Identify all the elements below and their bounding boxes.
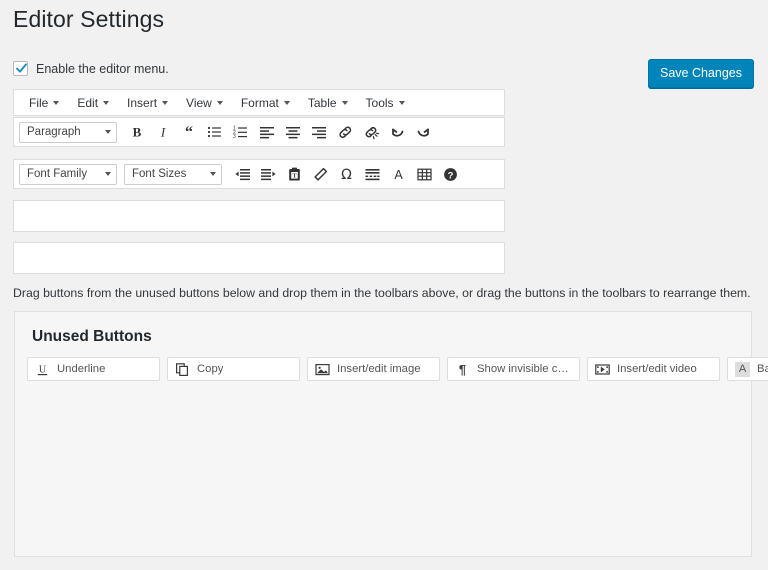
editor-toolbar-row-1: Paragraph B I “ 123: [13, 117, 505, 147]
menu-label: Edit: [77, 96, 98, 110]
svg-text:T: T: [292, 172, 297, 179]
link-icon[interactable]: [332, 120, 358, 144]
unused-button-label: Insert/edit image: [337, 363, 421, 375]
chevron-down-icon: [53, 101, 59, 105]
drag-instruction-text: Drag buttons from the unused buttons bel…: [13, 286, 751, 300]
help-icon[interactable]: ?: [437, 162, 463, 186]
outdent-icon[interactable]: [229, 162, 255, 186]
background-color-icon: A: [735, 362, 750, 377]
menu-item-view[interactable]: View: [177, 92, 232, 114]
chevron-down-icon: [105, 130, 111, 134]
svg-text:Ω: Ω: [341, 167, 352, 183]
chevron-down-icon: [162, 101, 168, 105]
align-center-icon[interactable]: [280, 120, 306, 144]
menu-label: Format: [241, 96, 279, 110]
select-value: Font Sizes: [132, 168, 186, 180]
editor-toolbar-row-3-empty[interactable]: [13, 200, 505, 232]
editor-toolbar-row-2: Font Family Font Sizes T Ω A ?: [13, 159, 505, 189]
editor-settings-page: Editor Settings Enable the editor menu. …: [0, 0, 768, 570]
pilcrow-icon: ¶: [455, 363, 470, 376]
svg-text:U: U: [39, 364, 47, 375]
chevron-down-icon: [105, 172, 111, 176]
special-character-icon[interactable]: Ω: [333, 162, 359, 186]
blockquote-icon[interactable]: “: [176, 120, 202, 144]
menu-item-file[interactable]: File: [20, 92, 68, 114]
svg-text:“: “: [185, 124, 193, 140]
menu-label: Tools: [366, 96, 394, 110]
page-title: Editor Settings: [13, 6, 164, 33]
menu-label: Insert: [127, 96, 157, 110]
menu-item-insert[interactable]: Insert: [118, 92, 177, 114]
unused-button-copy[interactable]: Copy: [167, 357, 300, 381]
unused-buttons-title: Unused Buttons: [32, 328, 152, 346]
editor-menubar: File Edit Insert View Format Table Tools: [13, 89, 505, 116]
unused-button-label: Insert/edit video: [617, 363, 697, 375]
svg-text:?: ?: [447, 170, 453, 181]
unused-button-background-color[interactable]: A Background color: [727, 357, 768, 381]
copy-icon: [175, 362, 190, 377]
chevron-down-icon: [217, 101, 223, 105]
svg-text:B: B: [133, 125, 142, 140]
chevron-down-icon: [103, 101, 109, 105]
unused-button-label: Copy: [197, 363, 223, 375]
font-family-select[interactable]: Font Family: [19, 164, 117, 185]
numbered-list-icon[interactable]: 123: [228, 120, 254, 144]
menu-label: View: [186, 96, 212, 110]
svg-text:3: 3: [233, 134, 236, 140]
bold-icon[interactable]: B: [124, 120, 150, 144]
font-sizes-select[interactable]: Font Sizes: [124, 164, 222, 185]
menu-item-table[interactable]: Table: [299, 92, 357, 114]
unused-button-insert-edit-image[interactable]: Insert/edit image: [307, 357, 440, 381]
enable-editor-menu-label: Enable the editor menu.: [36, 62, 169, 76]
indent-icon[interactable]: [255, 162, 281, 186]
align-right-icon[interactable]: [306, 120, 332, 144]
paste-as-text-icon[interactable]: T: [281, 162, 307, 186]
eraser-icon[interactable]: [307, 162, 333, 186]
chevron-down-icon: [284, 101, 290, 105]
video-icon: [595, 362, 610, 377]
unused-button-label: Background color: [757, 363, 768, 375]
page-break-icon[interactable]: [359, 162, 385, 186]
chevron-down-icon: [342, 101, 348, 105]
unused-button-underline[interactable]: U Underline: [27, 357, 160, 381]
unused-button-insert-edit-video[interactable]: Insert/edit video: [587, 357, 720, 381]
chevron-down-icon: [210, 172, 216, 176]
undo-icon[interactable]: [384, 120, 410, 144]
menu-label: Table: [308, 96, 337, 110]
editor-toolbar-row-4-empty[interactable]: [13, 242, 505, 274]
menu-item-edit[interactable]: Edit: [68, 92, 118, 114]
unused-buttons-panel: Unused Buttons U Underline Copy Insert/e…: [14, 311, 752, 557]
select-value: Font Family: [27, 168, 87, 180]
chevron-down-icon: [399, 101, 405, 105]
image-icon: [315, 362, 330, 377]
enable-editor-menu-row[interactable]: Enable the editor menu.: [13, 61, 169, 76]
text-color-icon[interactable]: A: [385, 162, 411, 186]
save-changes-button[interactable]: Save Changes: [648, 59, 754, 88]
unused-button-label: Show invisible chara...: [477, 363, 572, 375]
enable-editor-menu-checkbox[interactable]: [13, 61, 28, 76]
unused-buttons-grid: U Underline Copy Insert/edit image ¶ Sho…: [27, 357, 741, 389]
unused-button-show-invisible-characters[interactable]: ¶ Show invisible chara...: [447, 357, 580, 381]
unused-button-label: Underline: [57, 363, 105, 375]
menu-item-tools[interactable]: Tools: [357, 92, 414, 114]
underline-icon: U: [35, 362, 50, 377]
menu-item-format[interactable]: Format: [232, 92, 299, 114]
align-left-icon[interactable]: [254, 120, 280, 144]
bullet-list-icon[interactable]: [202, 120, 228, 144]
redo-icon[interactable]: [410, 120, 436, 144]
svg-text:I: I: [160, 125, 166, 140]
menu-label: File: [29, 96, 48, 110]
svg-text:A: A: [394, 168, 403, 182]
paragraph-format-select[interactable]: Paragraph: [19, 122, 117, 143]
table-icon[interactable]: [411, 162, 437, 186]
unlink-icon[interactable]: [358, 120, 384, 144]
select-value: Paragraph: [27, 126, 81, 138]
italic-icon[interactable]: I: [150, 120, 176, 144]
